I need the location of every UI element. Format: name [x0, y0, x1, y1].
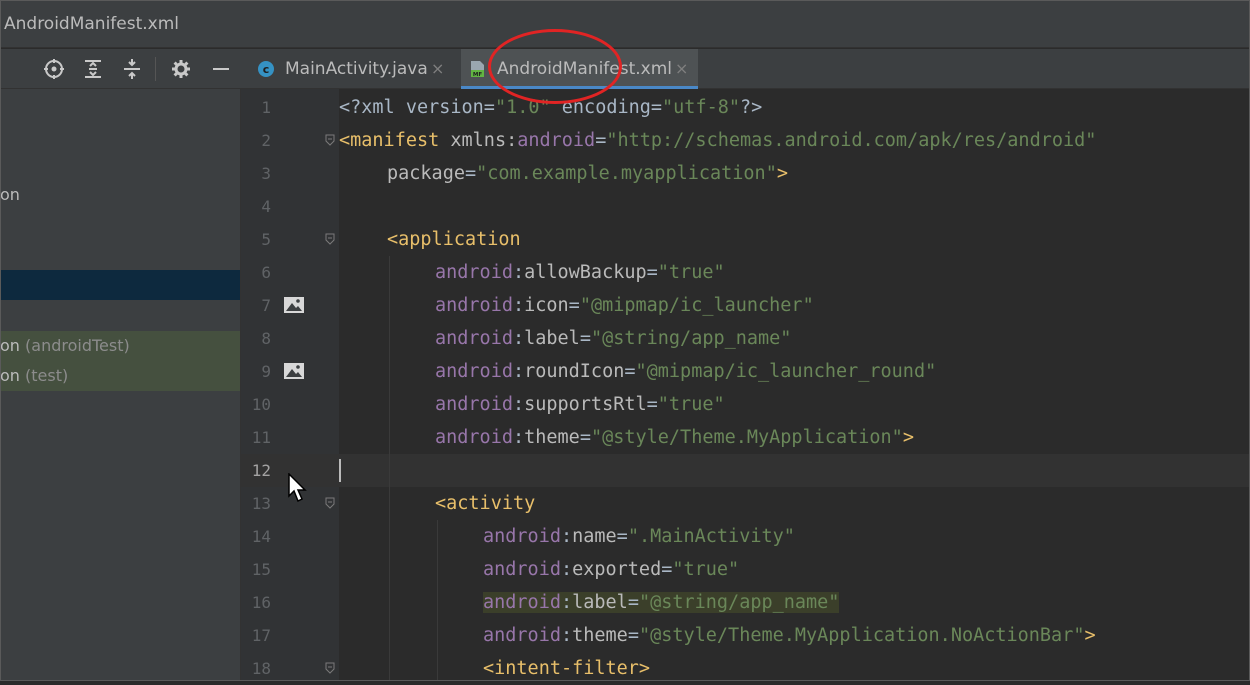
code-text: android:label="@string/app_name": [435, 328, 792, 349]
fold-icon[interactable]: [325, 134, 335, 146]
code-line[interactable]: 11 android:theme="@style/Theme.MyApplicat…: [241, 421, 1250, 454]
tab-android-manifest[interactable]: MF AndroidManifest.xml ×: [461, 49, 698, 89]
svg-text:c: c: [263, 63, 270, 76]
code-line[interactable]: 13 <activity: [241, 487, 1250, 520]
line-number: 6: [261, 263, 271, 282]
code-line[interactable]: 3 package="com.example.myapplication">: [241, 157, 1250, 190]
code-text: android:label="@string/app_name": [483, 592, 840, 613]
tree-item[interactable]: on: [0, 180, 240, 210]
line-number: 16: [251, 593, 271, 612]
code-editor[interactable]: 1 <?xml version="1.0" encoding="utf-8"?> 2…: [241, 89, 1250, 681]
gear-icon[interactable]: [170, 58, 192, 80]
editor-tab-bar: c MainActivity.java × MF AndroidManifest…: [241, 49, 1250, 89]
line-number: 12: [251, 461, 271, 480]
code-line[interactable]: 9 android:roundIcon="@mipmap/ic_launcher_…: [241, 355, 1250, 388]
expand-all-icon[interactable]: [82, 58, 104, 80]
tree-item-suffix: (androidTest): [19, 336, 130, 355]
indent-guide: [437, 520, 438, 681]
tab-close-icon[interactable]: ×: [431, 49, 444, 89]
tree-item-suffix: (test): [19, 366, 69, 385]
manifest-file-icon: MF: [471, 61, 484, 78]
image-icon[interactable]: [283, 296, 305, 314]
line-number: 7: [261, 296, 271, 315]
line-number: 11: [251, 428, 271, 447]
code-line[interactable]: 1 <?xml version="1.0" encoding="utf-8"?>: [241, 91, 1250, 124]
line-number: 2: [261, 131, 271, 150]
code-text: android:supportsRtl="true": [435, 394, 725, 415]
project-panel: on on (androidTest) on (test): [0, 89, 241, 681]
window-title: AndroidManifest.xml: [4, 14, 180, 34]
line-number: 5: [261, 230, 271, 249]
mouse-cursor-icon: [288, 473, 307, 503]
title-bar: AndroidManifest.xml: [0, 0, 1250, 48]
tree-item-label: on: [0, 185, 20, 204]
tab-main-activity[interactable]: c MainActivity.java ×: [253, 49, 457, 88]
code-line[interactable]: 16 android:label="@string/app_name": [241, 586, 1250, 619]
line-number: 15: [251, 560, 271, 579]
project-toolbar: [0, 49, 241, 89]
code-text: android:exported="true": [483, 559, 740, 580]
code-line[interactable]: 2 <manifest xmlns:android="http://schemas…: [241, 124, 1250, 157]
fold-icon[interactable]: [325, 233, 335, 245]
tab-label: MainActivity.java: [285, 59, 428, 79]
line-number: 14: [251, 527, 271, 546]
code-text: android:theme="@style/Theme.MyApplicatio…: [435, 427, 914, 448]
line-number: 17: [251, 626, 271, 645]
hide-icon[interactable]: [210, 58, 232, 80]
code-text: <activity: [435, 493, 536, 514]
svg-text:MF: MF: [473, 72, 482, 78]
code-line[interactable]: 12: [241, 454, 1250, 487]
code-text: android:allowBackup="true": [435, 262, 725, 283]
code-text: android:name=".MainActivity": [483, 526, 795, 547]
code-text: android:icon="@mipmap/ic_launcher": [435, 295, 814, 316]
collapse-all-icon[interactable]: [121, 58, 143, 80]
java-class-icon: c: [258, 61, 274, 77]
text-caret: [339, 459, 341, 482]
line-number: 1: [261, 98, 271, 117]
tree-item-label: on: [0, 336, 20, 355]
code-line[interactable]: 5 <application: [241, 223, 1250, 256]
code-line[interactable]: 14 android:name=".MainActivity": [241, 520, 1250, 553]
code-line[interactable]: 6 android:allowBackup="true": [241, 256, 1250, 289]
line-number: 9: [261, 362, 271, 381]
code-line[interactable]: 15 android:exported="true": [241, 553, 1250, 586]
fold-icon[interactable]: [325, 662, 335, 674]
tab-close-icon[interactable]: ×: [675, 49, 688, 89]
locate-icon[interactable]: [43, 58, 65, 80]
tab-label: AndroidManifest.xml: [497, 59, 673, 79]
code-text: <?xml version="1.0" encoding="utf-8"?>: [339, 97, 763, 118]
tree-item-label: on: [0, 366, 20, 385]
code-text: <manifest xmlns:android="http://schemas.…: [339, 130, 1097, 151]
code-line[interactable]: 7 android:icon="@mipmap/ic_launcher": [241, 289, 1250, 322]
code-line[interactable]: 10 android:supportsRtl="true": [241, 388, 1250, 421]
line-number: 8: [261, 329, 271, 348]
code-line[interactable]: 8 android:label="@string/app_name": [241, 322, 1250, 355]
tree-item-test[interactable]: on (test): [0, 361, 240, 391]
code-text: <application: [387, 229, 521, 250]
fold-icon[interactable]: [325, 497, 335, 509]
code-text: package="com.example.myapplication">: [387, 163, 788, 184]
image-icon[interactable]: [283, 362, 305, 380]
code-line[interactable]: 4: [241, 190, 1250, 223]
tree-item-selected[interactable]: [0, 270, 240, 300]
line-number: 10: [251, 395, 271, 414]
line-number: 4: [261, 197, 271, 216]
code-text: android:roundIcon="@mipmap/ic_launcher_r…: [435, 361, 937, 382]
code-text: android:theme="@style/Theme.MyApplicatio…: [483, 625, 1096, 646]
tree-item-android-test[interactable]: on (androidTest): [0, 331, 240, 361]
line-number: 3: [261, 164, 271, 183]
code-text: <intent-filter>: [483, 658, 651, 679]
code-line[interactable]: 17 android:theme="@style/Theme.MyApplicat…: [241, 619, 1250, 652]
toolbar-separator: [155, 57, 156, 81]
line-number: 13: [251, 494, 271, 513]
code-line[interactable]: 18 <intent-filter>: [241, 652, 1250, 685]
line-number: 18: [251, 659, 271, 678]
indent-guide: [389, 256, 390, 681]
